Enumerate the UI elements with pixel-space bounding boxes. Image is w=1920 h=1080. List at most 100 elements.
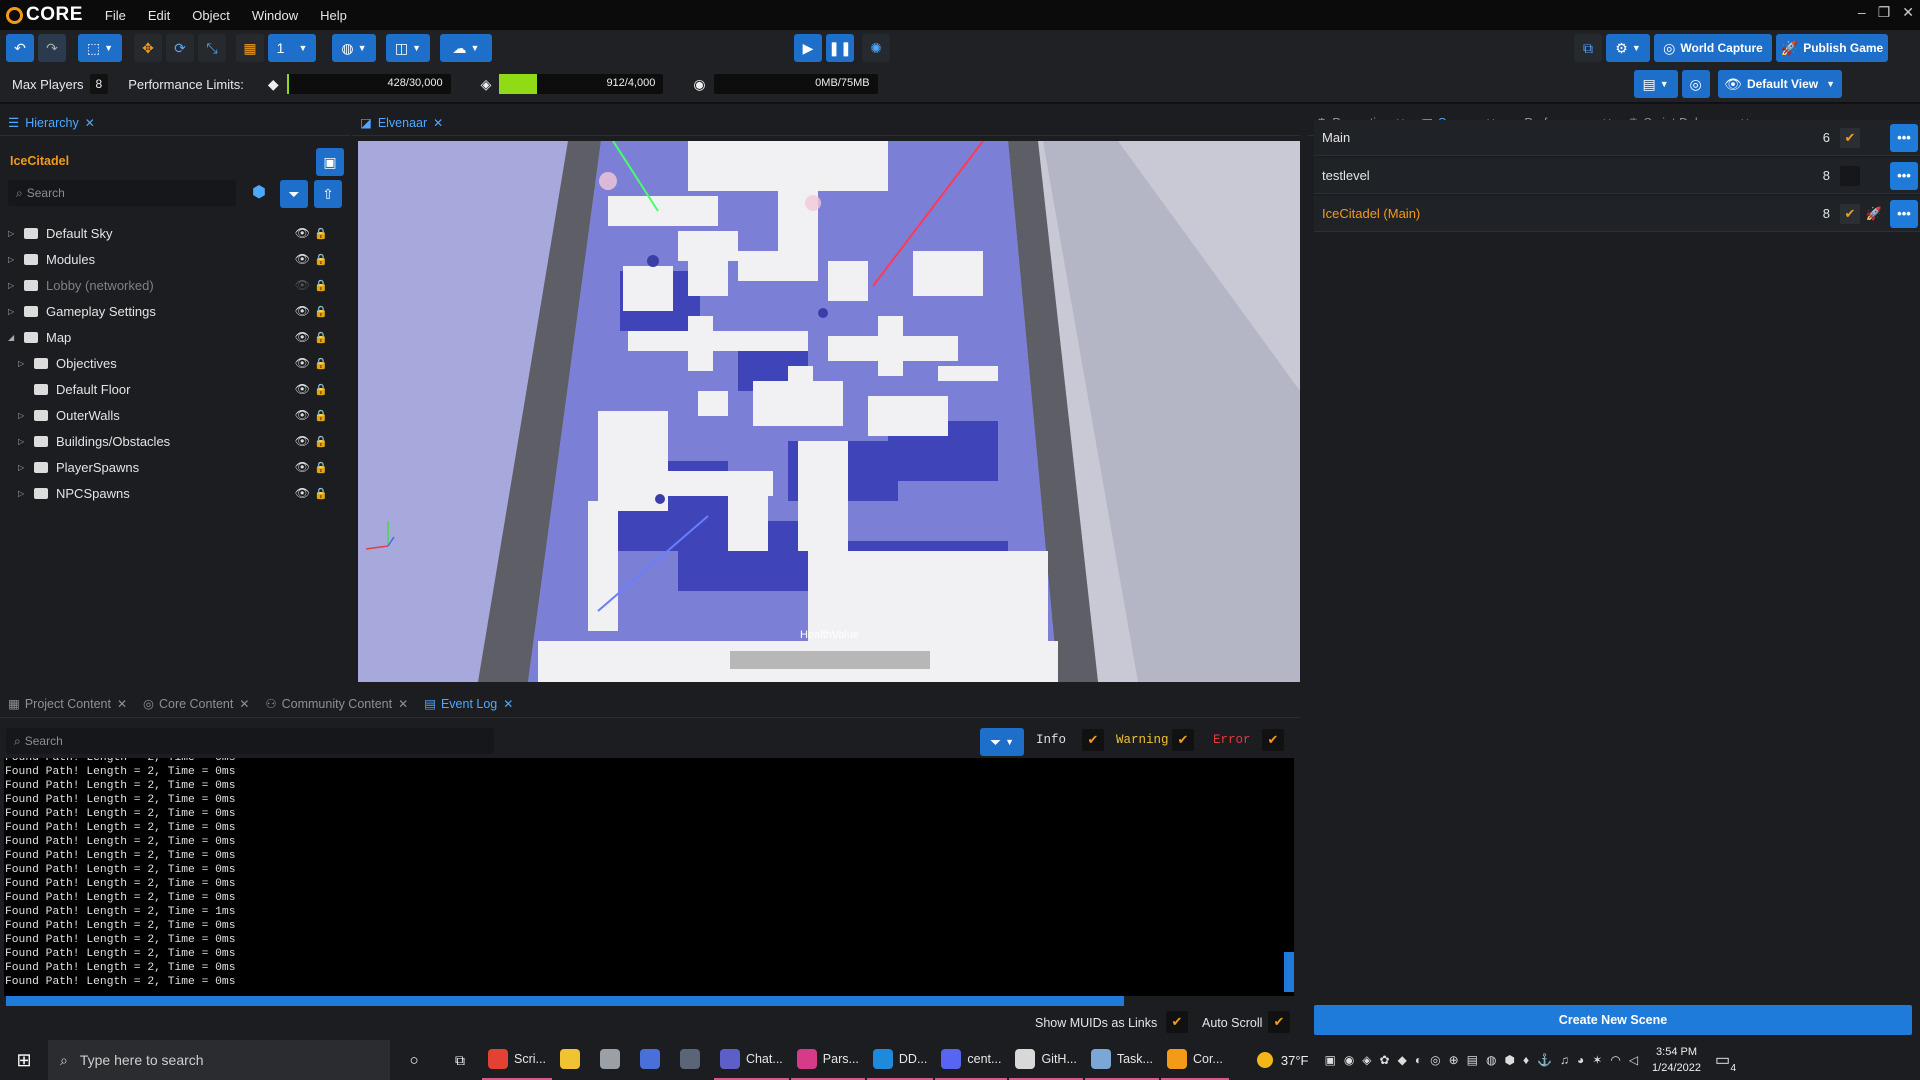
world-capture-button[interactable]: ◎ World Capture: [1654, 34, 1772, 62]
tab-hierarchy[interactable]: ☰ Hierarchy ✕: [0, 110, 103, 136]
hierarchy-item[interactable]: Default Floor 👁 🔒: [0, 376, 340, 402]
tray-icon[interactable]: ◉: [1344, 1053, 1354, 1067]
tray-icon[interactable]: ⚓: [1537, 1053, 1552, 1067]
close-icon[interactable]: ✕: [117, 697, 127, 711]
lock-icon[interactable]: 🔒: [314, 461, 328, 474]
visibility-eye-icon[interactable]: 👁: [295, 408, 310, 422]
volume-icon[interactable]: ◁: [1629, 1053, 1638, 1067]
world-local-toggle[interactable]: ◍ ▼: [332, 34, 376, 62]
hierarchy-item[interactable]: ▷ OuterWalls 👁 🔒: [0, 402, 340, 428]
tray-icon[interactable]: ✶: [1592, 1053, 1602, 1067]
camera-mode-button[interactable]: ◫ ▼: [386, 34, 430, 62]
tab-community-content[interactable]: ⚇ Community Content ✕: [257, 691, 416, 717]
play-button[interactable]: ▶: [794, 34, 822, 62]
expand-arrow-icon[interactable]: ▷: [8, 281, 18, 290]
auto-scroll-checkbox[interactable]: ✔: [1268, 1011, 1290, 1033]
expand-arrow-icon[interactable]: ▷: [8, 229, 18, 238]
camera-settings-button[interactable]: ◎: [1681, 70, 1710, 98]
tray-icon[interactable]: ⊕: [1449, 1053, 1459, 1067]
visibility-eye-icon[interactable]: 👁: [295, 382, 310, 396]
expand-arrow-icon[interactable]: ▷: [18, 359, 28, 368]
hierarchy-item[interactable]: ▷ Default Sky 👁 🔒: [0, 220, 340, 246]
tray-icon[interactable]: ✿: [1380, 1053, 1390, 1067]
cortana-icon[interactable]: ○: [390, 1052, 438, 1069]
warning-filter-checkbox[interactable]: ✔: [1172, 729, 1194, 751]
menu-object[interactable]: Object: [192, 8, 230, 23]
lock-icon[interactable]: 🔒: [314, 227, 328, 240]
visibility-eye-icon[interactable]: 👁: [295, 460, 310, 474]
rotate-tool-button[interactable]: ⟳: [166, 34, 194, 62]
hierarchy-item[interactable]: ▷ Objectives 👁 🔒: [0, 350, 340, 376]
lock-icon[interactable]: 🔒: [314, 409, 328, 422]
log-output[interactable]: Found Path! Length = 2, Time = 0ms Found …: [4, 758, 1294, 996]
create-new-scene-button[interactable]: Create New Scene: [1314, 1005, 1912, 1035]
lock-icon[interactable]: 🔒: [314, 331, 328, 344]
expand-arrow-icon[interactable]: ▷: [18, 437, 28, 446]
taskbar-app[interactable]: Scri...: [482, 1040, 552, 1080]
tray-icon[interactable]: ◍: [1486, 1053, 1496, 1067]
debug-button[interactable]: ✺: [862, 34, 890, 62]
menu-help[interactable]: Help: [320, 8, 347, 23]
filter-button[interactable]: ⏷: [280, 180, 308, 208]
tray-icon[interactable]: ♦: [1523, 1053, 1529, 1067]
log-filter-button[interactable]: ⏷ ▼: [980, 728, 1024, 756]
scene-row[interactable]: Main 6 ✔ •••: [1314, 120, 1920, 156]
visibility-eye-icon[interactable]: 👁: [295, 330, 310, 344]
tray-icon[interactable]: ◕: [1577, 1053, 1584, 1067]
menu-edit[interactable]: Edit: [148, 8, 170, 23]
hierarchy-item[interactable]: ▷ PlayerSpawns 👁 🔒: [0, 454, 340, 480]
lock-icon[interactable]: 🔒: [314, 253, 328, 266]
undo-button[interactable]: ↶: [6, 34, 34, 62]
log-horizontal-scrollbar[interactable]: [6, 996, 1124, 1006]
publish-game-button[interactable]: 🚀 Publish Game: [1776, 34, 1888, 62]
scene-viewport[interactable]: HealthValue: [358, 141, 1300, 682]
tray-icon[interactable]: ◎: [1430, 1053, 1440, 1067]
tray-icon[interactable]: ⬢: [1504, 1053, 1514, 1067]
tray-icon[interactable]: ▤: [1467, 1053, 1478, 1067]
visibility-eye-icon[interactable]: 👁: [295, 278, 310, 292]
taskbar-app[interactable]: Cor...: [1160, 1040, 1229, 1080]
lock-icon[interactable]: 🔒: [314, 487, 328, 500]
lock-icon[interactable]: 🔒: [314, 383, 328, 396]
tray-icon[interactable]: ◈: [1362, 1053, 1371, 1067]
error-filter-checkbox[interactable]: ✔: [1262, 729, 1284, 751]
info-filter-checkbox[interactable]: ✔: [1082, 729, 1104, 751]
add-scene-object-button[interactable]: ▣: [316, 148, 344, 176]
menu-window[interactable]: Window: [252, 8, 298, 23]
taskbar-app[interactable]: [674, 1040, 712, 1080]
tray-icon[interactable]: ▣: [1324, 1053, 1335, 1067]
default-view-dropdown[interactable]: 👁 Default View ▼: [1717, 70, 1842, 98]
menu-file[interactable]: File: [105, 8, 126, 23]
hierarchy-item[interactable]: ◢ Map 👁 🔒: [0, 324, 340, 350]
scene-load-checkbox[interactable]: [1840, 165, 1860, 186]
selection-mode-button[interactable]: ⬚ ▼: [78, 34, 122, 62]
visibility-eye-icon[interactable]: 👁: [295, 434, 310, 448]
visibility-eye-icon[interactable]: 👁: [295, 486, 310, 500]
visibility-eye-icon[interactable]: 👁: [295, 226, 310, 240]
taskbar-search[interactable]: ⌕ Type here to search: [48, 1040, 390, 1080]
create-object-icon[interactable]: ⬢: [252, 182, 266, 202]
scene-row[interactable]: IceCitadel (Main) 8 ✔ 🚀 •••: [1314, 196, 1920, 232]
lock-icon[interactable]: 🔒: [314, 279, 328, 292]
grid-size-dropdown[interactable]: 1 ▼: [268, 34, 316, 62]
hierarchy-item[interactable]: ▷ NPCSpawns 👁 🔒: [0, 480, 340, 506]
visibility-eye-icon[interactable]: 👁: [295, 304, 310, 318]
scale-tool-button[interactable]: ⤡: [198, 34, 226, 62]
taskbar-app[interactable]: DD...: [866, 1040, 934, 1080]
max-players-value[interactable]: 8: [89, 74, 109, 94]
lock-icon[interactable]: 🔒: [314, 357, 328, 370]
clock[interactable]: 3:54 PM 1/24/2022: [1652, 1044, 1701, 1076]
taskbar-app[interactable]: [634, 1040, 672, 1080]
scene-row[interactable]: testlevel 8 •••: [1314, 158, 1920, 194]
scene-load-checkbox[interactable]: ✔: [1840, 203, 1860, 224]
save-dropdown-button[interactable]: ▤ ▼: [1633, 70, 1678, 98]
tray-icon[interactable]: ♫: [1560, 1053, 1569, 1067]
expand-arrow-icon[interactable]: ▷: [18, 463, 28, 472]
lock-icon[interactable]: 🔒: [314, 305, 328, 318]
pause-button[interactable]: ❚❚: [826, 34, 854, 62]
minimize-icon[interactable]: –: [1858, 4, 1866, 21]
hierarchy-item[interactable]: ▷ Modules 👁 🔒: [0, 246, 340, 272]
hierarchy-item[interactable]: ▷ Lobby (networked) 👁 🔒: [0, 272, 340, 298]
lock-icon[interactable]: 🔒: [314, 435, 328, 448]
taskbar-app[interactable]: GitH...: [1009, 1040, 1083, 1080]
